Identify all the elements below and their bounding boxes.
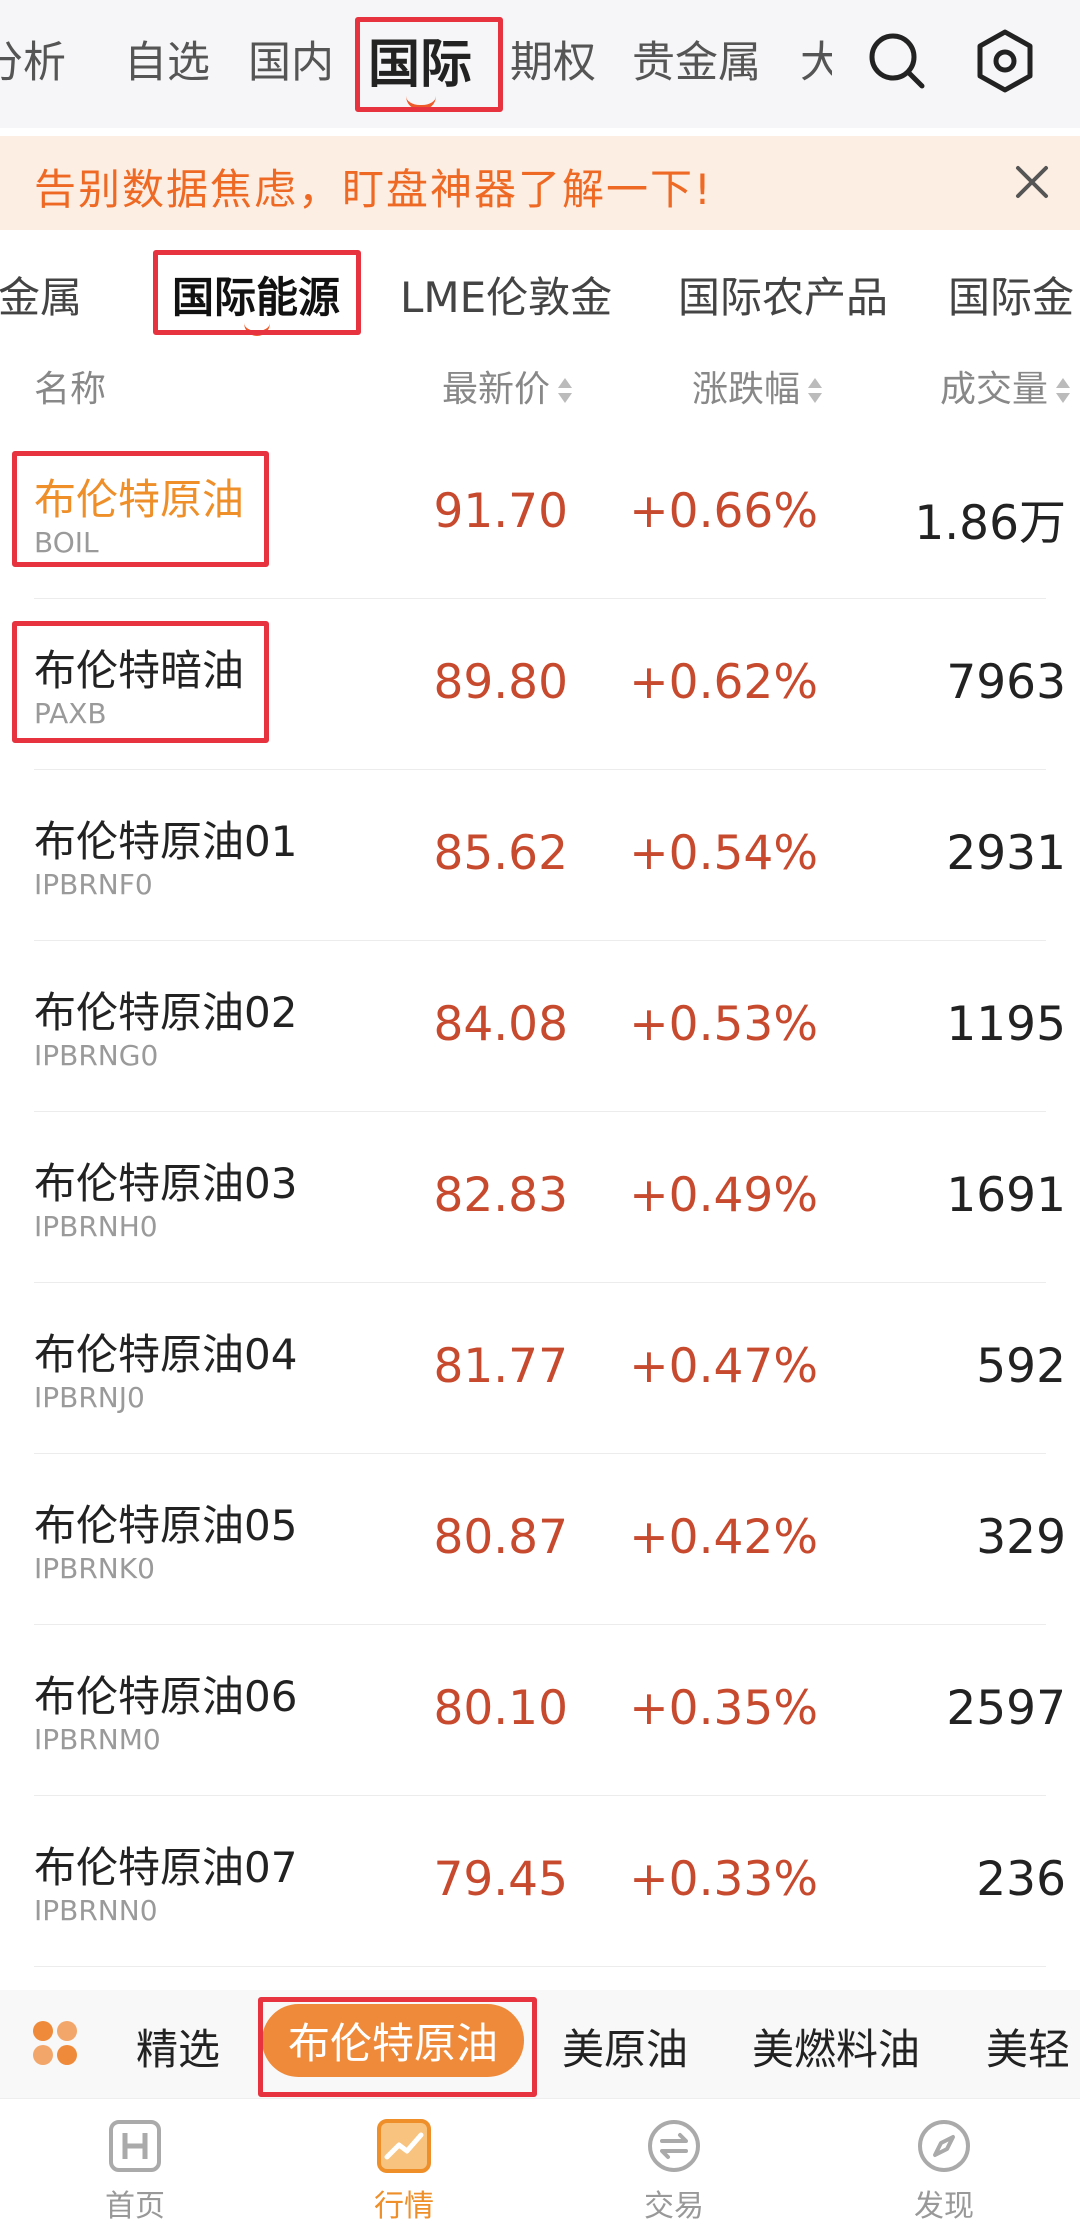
volume: 2931: [946, 826, 1066, 881]
volume: 1.86万: [914, 496, 1066, 551]
quote-row[interactable]: 布伦特暗油 PAXB 89.80 +0.62% 7963: [0, 599, 1080, 770]
top-tab-watchlist[interactable]: 自选: [124, 28, 210, 90]
top-tab-precious-metals[interactable]: 贵金属: [632, 28, 761, 90]
instrument-code: IPBRNG0: [34, 1039, 159, 1072]
category-us-fuel-oil[interactable]: 美燃料油: [752, 2016, 920, 2077]
instrument-name: 布伦特原油02: [34, 988, 298, 1037]
trade-icon: [645, 2117, 703, 2175]
change-percent: +0.42%: [629, 1510, 818, 1565]
last-price: 79.45: [433, 1852, 568, 1907]
instrument-name: 布伦特原油03: [34, 1159, 298, 1208]
instrument-code: IPBRNM0: [34, 1723, 161, 1756]
grid-menu-icon[interactable]: [30, 2018, 80, 2072]
change-percent: +0.54%: [629, 826, 818, 881]
instrument-code: IPBRNH0: [34, 1210, 158, 1243]
last-price: 82.83: [433, 1168, 568, 1223]
sort-icon: [808, 376, 822, 406]
top-tab-analysis[interactable]: 分析: [0, 28, 66, 90]
sort-icon: [1056, 376, 1070, 406]
last-price: 84.08: [433, 997, 568, 1052]
last-price: 91.70: [433, 484, 568, 539]
category-us-light[interactable]: 美轻: [986, 2016, 1070, 2077]
volume: 7963: [946, 655, 1066, 710]
header-name: 名称: [34, 369, 107, 410]
quote-row[interactable]: 布伦特原油01 IPBRNF0 85.62 +0.54% 2931: [0, 770, 1080, 941]
last-price: 80.10: [433, 1681, 568, 1736]
nav-discover[interactable]: 发现: [884, 2117, 1004, 2225]
instrument-code: BOIL: [34, 526, 99, 559]
volume: 592: [976, 1339, 1066, 1394]
discover-icon: [915, 2117, 973, 2175]
quote-row[interactable]: 布伦特原油06 IPBRNM0 80.10 +0.35% 2597: [0, 1625, 1080, 1796]
sub-tab-lme[interactable]: LME伦敦金: [400, 264, 612, 325]
quote-row[interactable]: 布伦特原油03 IPBRNH0 82.83 +0.49% 1691: [0, 1112, 1080, 1283]
instrument-code: IPBRNN0: [34, 1894, 158, 1927]
change-percent: +0.47%: [629, 1339, 818, 1394]
change-percent: +0.66%: [629, 484, 818, 539]
instrument-code: IPBRNF0: [34, 868, 153, 901]
last-price: 81.77: [433, 1339, 568, 1394]
top-tab-international[interactable]: 国际: [368, 22, 472, 97]
active-tab-indicator: [406, 96, 436, 110]
top-tab-more[interactable]: 大: [800, 28, 832, 90]
category-featured[interactable]: 精选: [136, 2016, 220, 2077]
quote-row[interactable]: 布伦特原油 BOIL 91.70 +0.66% 1.86万: [0, 428, 1080, 599]
nav-home[interactable]: 首页: [75, 2117, 195, 2225]
instrument-name: 布伦特原油: [34, 475, 245, 524]
instrument-code: IPBRNK0: [34, 1552, 155, 1585]
top-tab-domestic[interactable]: 国内: [248, 28, 334, 90]
nav-market[interactable]: 行情: [344, 2117, 464, 2225]
last-price: 85.62: [433, 826, 568, 881]
market-icon: [375, 2117, 433, 2175]
volume: 329: [976, 1510, 1066, 1565]
category-brent[interactable]: 布伦特原油: [262, 2004, 525, 2077]
home-icon: [106, 2117, 164, 2175]
banner-text: 告别数据焦虑，盯盘神器了解一下!: [34, 165, 713, 214]
quote-row[interactable]: 布伦特原油02 IPBRNG0 84.08 +0.53% 1195: [0, 941, 1080, 1112]
volume: 2597: [946, 1681, 1066, 1736]
change-percent: +0.53%: [629, 997, 818, 1052]
category-us-crude[interactable]: 美原油: [562, 2016, 688, 2077]
category-bar: 精选 布伦特原油 美原油 美燃料油 美轻: [0, 1990, 1080, 2098]
volume: 1691: [946, 1168, 1066, 1223]
instrument-name: 布伦特原油06: [34, 1672, 298, 1721]
settings-icon[interactable]: [970, 26, 1040, 96]
search-icon[interactable]: [862, 26, 932, 96]
last-price: 89.80: [433, 655, 568, 710]
last-price: 80.87: [433, 1510, 568, 1565]
header-change[interactable]: 涨跌幅: [692, 360, 822, 412]
sub-tab-precious-metals[interactable]: 贵金属: [0, 264, 82, 325]
sort-icon: [558, 376, 572, 406]
volume: 1195: [946, 997, 1066, 1052]
bottom-nav: 首页 行情 交易 发现: [0, 2098, 1080, 2229]
top-tab-bar: 分析 自选 国内 国际 期权 贵金属 大: [0, 0, 1080, 128]
instrument-name: 布伦特原油05: [34, 1501, 298, 1550]
header-price[interactable]: 最新价: [442, 360, 572, 412]
sub-tab-intl-gold[interactable]: 国际金: [948, 264, 1074, 325]
change-percent: +0.49%: [629, 1168, 818, 1223]
nav-trade[interactable]: 交易: [614, 2117, 734, 2225]
instrument-name: 布伦特原油01: [34, 817, 298, 866]
change-percent: +0.35%: [629, 1681, 818, 1736]
instrument-code: PAXB: [34, 697, 107, 730]
instrument-name: 布伦特暗油: [34, 646, 245, 695]
instrument-name: 布伦特原油04: [34, 1330, 298, 1379]
instrument-code: IPBRNJ0: [34, 1381, 145, 1414]
promo-banner[interactable]: 告别数据焦虑，盯盘神器了解一下!: [0, 136, 1080, 230]
quote-row[interactable]: 布伦特原油07 IPBRNN0 79.45 +0.33% 236: [0, 1796, 1080, 1967]
sub-tab-bar: 贵金属 国际能源 LME伦敦金 国际农产品 国际金: [0, 240, 1080, 340]
sub-tab-intl-energy[interactable]: 国际能源: [172, 264, 340, 325]
change-percent: +0.33%: [629, 1852, 818, 1907]
header-volume[interactable]: 成交量: [940, 360, 1070, 412]
row-divider: [34, 1966, 1046, 1967]
close-icon[interactable]: [1010, 160, 1054, 208]
quote-row[interactable]: 布伦特原油05 IPBRNK0 80.87 +0.42% 329: [0, 1454, 1080, 1625]
top-tab-options[interactable]: 期权: [510, 28, 596, 90]
quote-row[interactable]: 布伦特原油04 IPBRNJ0 81.77 +0.47% 592: [0, 1283, 1080, 1454]
volume: 236: [976, 1852, 1066, 1907]
change-percent: +0.62%: [629, 655, 818, 710]
instrument-name: 布伦特原油07: [34, 1843, 298, 1892]
sub-tab-intl-agri[interactable]: 国际农产品: [678, 264, 888, 325]
